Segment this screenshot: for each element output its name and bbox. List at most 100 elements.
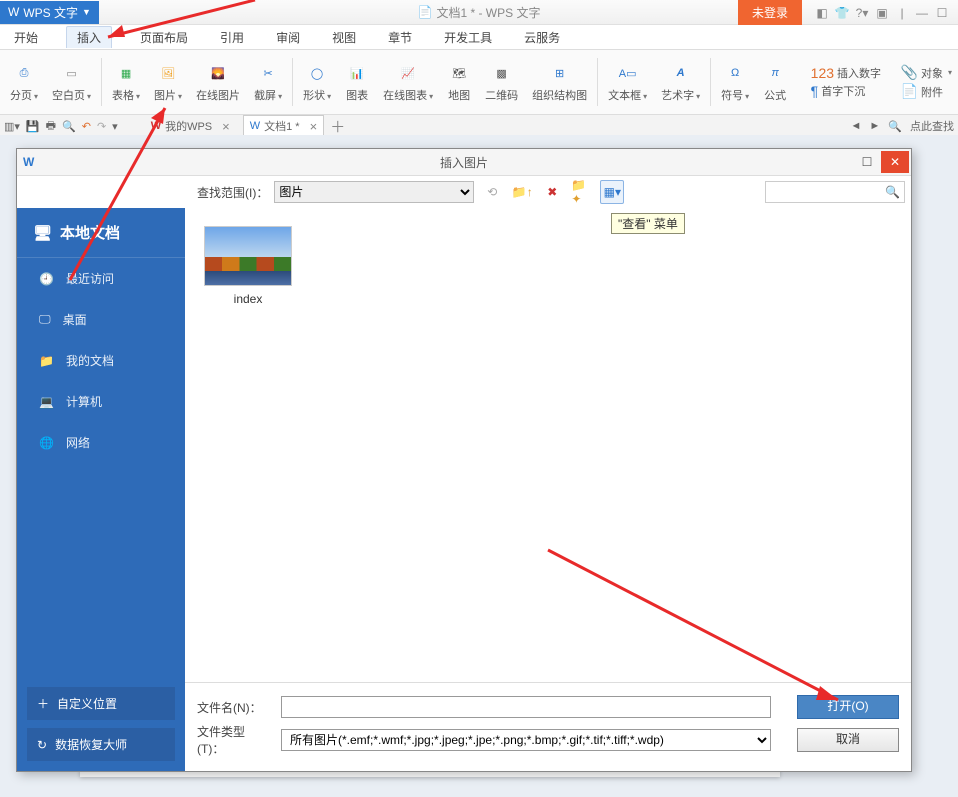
dialog-sidebar: 🖥 本地文档 🕘最近访问 🖵桌面 📁我的文档 💻 计算机 🌐网络 ＋自定义位置 ↻…	[17, 208, 185, 771]
view-icon[interactable]: ▦▾	[600, 180, 624, 204]
app-dropdown-icon[interactable]: ▼	[82, 7, 91, 17]
qat-save-icon[interactable]: 💾	[26, 120, 40, 133]
ribbon-label: 图表	[346, 87, 368, 103]
ribbon-dropcap[interactable]: ¶首字下沉	[811, 83, 881, 99]
qat-preview-icon[interactable]: 🔍	[62, 120, 76, 133]
new-folder-icon[interactable]: 📁✦	[570, 180, 594, 204]
ribbon-online-chart[interactable]: 📈在线图表▾	[377, 54, 439, 110]
ribbon-wordart[interactable]: A艺术字▾	[655, 54, 706, 110]
ribbon-equation[interactable]: π公式	[757, 54, 793, 110]
dialog-toolbar: 查找范围(I)： 图片 ⟲ 📁↑ ✖ 📁✦ ▦▾ "查看" 菜单 🔍	[17, 176, 911, 208]
filename-input[interactable]	[281, 696, 771, 718]
label: 数据恢复大师	[55, 736, 127, 753]
help-icon[interactable]: ?▾	[852, 3, 872, 23]
sidebar-item-network[interactable]: 🌐网络	[17, 422, 185, 463]
folder-icon: 📁	[39, 354, 54, 368]
qat-more-icon[interactable]: ▾	[112, 120, 118, 133]
dialog-content: index 文件名(N)： 打开(O) 文件类型(T)： 所有图片(*.emf;…	[185, 208, 911, 771]
label: 计算机	[66, 393, 102, 410]
close-icon[interactable]: ×	[310, 119, 318, 134]
file-thumbnail	[204, 226, 292, 286]
ribbon-object[interactable]: 📎对象▾	[901, 64, 952, 81]
sidebar-data-recover[interactable]: ↻数据恢复大师	[27, 728, 175, 761]
nav-back-icon[interactable]: ◄	[851, 120, 862, 132]
scope-select[interactable]: 图片	[274, 181, 474, 203]
shirt-icon[interactable]: 👕	[832, 3, 852, 23]
menu-start[interactable]: 开始	[10, 27, 42, 48]
back-icon[interactable]: ⟲	[480, 180, 504, 204]
dialog-bottom: 文件名(N)： 打开(O) 文件类型(T)： 所有图片(*.emf;*.wmf;…	[185, 682, 911, 771]
divider: |	[892, 3, 912, 23]
chevron-down-icon: ▾	[696, 92, 700, 101]
textbox-icon: A▭	[616, 61, 640, 85]
dialog-search-input[interactable]: 🔍	[765, 181, 905, 203]
skin-icon[interactable]: ◧	[812, 3, 832, 23]
sidebar-item-documents[interactable]: 📁我的文档	[17, 340, 185, 381]
search-icon[interactable]: 🔍	[888, 120, 902, 133]
sidebar-item-computer[interactable]: 💻 计算机	[17, 381, 185, 422]
chart-icon: 📊	[345, 61, 369, 85]
online-picture-icon: 🌄	[206, 61, 230, 85]
up-folder-icon[interactable]: 📁↑	[510, 180, 534, 204]
qat-redo-icon[interactable]: ↷	[97, 120, 106, 133]
maximize-icon[interactable]: ☐	[932, 3, 952, 23]
minimize-icon[interactable]: —	[912, 3, 932, 23]
search-hint[interactable]: 点此查找	[910, 118, 954, 134]
open-button[interactable]: 打开(O)	[797, 695, 899, 719]
qat-print-icon[interactable]: 🖶	[46, 117, 56, 136]
menu-devtools[interactable]: 开发工具	[440, 27, 496, 48]
dialog-maximize-icon[interactable]: ☐	[853, 151, 881, 173]
close-icon[interactable]: ×	[222, 119, 230, 134]
ribbon-attach[interactable]: 📄附件	[901, 83, 952, 100]
cancel-button[interactable]: 取消	[797, 728, 899, 752]
ribbon-symbol[interactable]: Ω符号▾	[715, 54, 755, 110]
file-item-index[interactable]: index	[203, 226, 293, 306]
ribbon-table[interactable]: ▦表格▾	[106, 54, 146, 110]
divider	[710, 58, 711, 106]
new-tab-icon[interactable]: ＋	[330, 116, 345, 137]
dialog-close-icon[interactable]: ✕	[881, 151, 909, 173]
menu-reference[interactable]: 引用	[216, 27, 248, 48]
ribbon-picture[interactable]: 🖼图片▾	[148, 54, 188, 110]
tab-doc1[interactable]: W文档1 *×	[243, 115, 324, 137]
tab-mywps[interactable]: W我的WPS×	[144, 115, 237, 137]
sidebar-custom-location[interactable]: ＋自定义位置	[27, 687, 175, 720]
ribbon-online-picture[interactable]: 🌄 在线图片	[190, 54, 246, 110]
ribbon-textbox[interactable]: A▭文本框▾	[602, 54, 653, 110]
sidebar-item-desktop[interactable]: 🖵桌面	[17, 299, 185, 340]
sidebar-header: 🖥 本地文档	[17, 208, 185, 258]
sidebar-bottom: ＋自定义位置 ↻数据恢复大师	[17, 669, 185, 771]
menu-chapter[interactable]: 章节	[384, 27, 416, 48]
qat-new-icon[interactable]: ▥▾	[4, 120, 20, 133]
page-break-icon: ⎙	[12, 61, 36, 85]
window-icon[interactable]: ▣	[872, 3, 892, 23]
computer-icon: 💻	[39, 395, 54, 409]
ribbon-insert-number[interactable]: 123插入数字	[811, 65, 881, 81]
nav-fwd-icon[interactable]: ►	[869, 120, 880, 132]
number-icon: 123	[811, 65, 834, 81]
file-list[interactable]: index	[185, 208, 911, 682]
menu-cloud[interactable]: 云服务	[520, 27, 564, 48]
ribbon-screenshot[interactable]: ✂截屏▾	[248, 54, 288, 110]
menu-review[interactable]: 审阅	[272, 27, 304, 48]
menu-page-layout[interactable]: 页面布局	[136, 27, 192, 48]
wordart-icon: A	[669, 61, 693, 85]
menu-view[interactable]: 视图	[328, 27, 360, 48]
qat-undo-icon[interactable]: ↶	[82, 120, 91, 133]
ribbon-label: 在线图片	[196, 87, 240, 103]
login-button[interactable]: 未登录	[738, 0, 802, 25]
ribbon-qrcode[interactable]: ▩二维码	[479, 54, 524, 110]
ribbon-blank-page[interactable]: ▭空白页▾	[46, 54, 97, 110]
sidebar-item-recent[interactable]: 🕘最近访问	[17, 258, 185, 299]
ribbon-map[interactable]: 🗺地图	[441, 54, 477, 110]
ribbon-page-break[interactable]: ⎙分页▾	[4, 54, 44, 110]
app-badge[interactable]: W WPS 文字 ▼	[0, 1, 99, 24]
ribbon-shape[interactable]: ◯形状▾	[297, 54, 337, 110]
menu-insert[interactable]: 插入	[66, 26, 112, 48]
filetype-select[interactable]: 所有图片(*.emf;*.wmf;*.jpg;*.jpeg;*.jpe;*.pn…	[281, 729, 771, 751]
delete-icon[interactable]: ✖	[540, 180, 564, 204]
ribbon-chart[interactable]: 📊 图表	[339, 54, 375, 110]
monitor-icon: 🖥	[33, 224, 52, 242]
ribbon-org-chart[interactable]: ⊞组织结构图	[526, 54, 593, 110]
titlebar-right: 未登录 ◧ 👕 ?▾ ▣ | — ☐	[738, 0, 952, 25]
